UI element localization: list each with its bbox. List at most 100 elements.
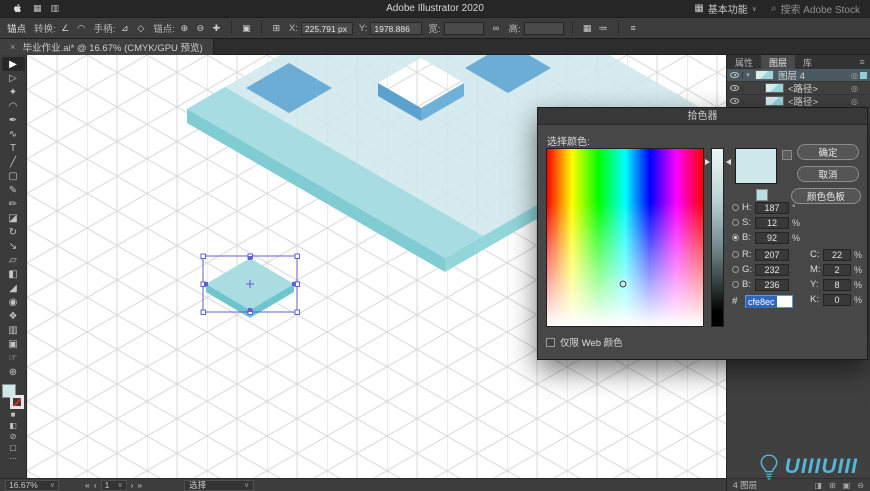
reference-point-icon[interactable]: ⊞: [270, 23, 283, 34]
target-circle-icon[interactable]: ◎: [851, 71, 858, 80]
handle-icon[interactable]: ◇: [134, 23, 147, 34]
slider-arrow-left-icon[interactable]: [705, 159, 710, 165]
rectangle-tool[interactable]: ▢: [2, 169, 25, 183]
anchor-edit-icon[interactable]: ✚: [210, 23, 223, 34]
value-input[interactable]: 232: [755, 263, 789, 276]
blend-tool[interactable]: ◉: [2, 295, 25, 309]
none-swatch-icon[interactable]: ⊘: [2, 431, 25, 442]
value-input[interactable]: 8: [823, 278, 851, 291]
make-clip-mask-icon[interactable]: ◨: [814, 481, 822, 490]
web-colors-option[interactable]: 仅限 Web 颜色: [546, 335, 623, 349]
value-input[interactable]: 2: [823, 263, 851, 276]
pencil-tool[interactable]: ✏: [2, 197, 25, 211]
dialog-title-bar[interactable]: 拾色器: [538, 108, 867, 125]
panel-tab[interactable]: 图层: [761, 55, 796, 69]
x-input[interactable]: 225.791 px: [300, 21, 353, 35]
visibility-eye-icon[interactable]: [727, 85, 743, 91]
rotate-tool[interactable]: ↻: [2, 225, 25, 239]
layer-name[interactable]: <路径>: [788, 81, 849, 95]
hex-input[interactable]: cfe8ec: [745, 295, 793, 308]
close-icon[interactable]: ×: [10, 42, 16, 53]
panel-tab[interactable]: 库: [795, 55, 820, 69]
brightness-slider[interactable]: [711, 148, 724, 327]
radio-button[interactable]: [732, 234, 739, 241]
next-artboard-icon[interactable]: ›: [131, 480, 134, 490]
column-graph-tool[interactable]: ▥: [2, 323, 25, 337]
color-field-marker[interactable]: [619, 280, 627, 288]
symbol-sprayer-tool[interactable]: ❖: [2, 309, 25, 323]
value-input[interactable]: 207: [755, 248, 789, 261]
pen-tool[interactable]: ✒: [2, 113, 25, 127]
visibility-eye-icon[interactable]: [727, 98, 743, 104]
color-swatch-icon[interactable]: ■: [2, 409, 25, 420]
hand-tool[interactable]: ☞: [2, 351, 25, 365]
lasso-tool[interactable]: ◠: [2, 99, 25, 113]
gradient-swatch-icon[interactable]: ◧: [2, 420, 25, 431]
value-input[interactable]: 0: [823, 293, 851, 306]
gradient-tool[interactable]: ◧: [2, 267, 25, 281]
y-input[interactable]: 1978.886: [370, 21, 423, 35]
zoom-tool[interactable]: ⊕: [2, 365, 25, 379]
radio-button[interactable]: [732, 219, 739, 226]
new-layer-icon[interactable]: ▣: [843, 481, 851, 490]
value-input[interactable]: 236: [755, 278, 789, 291]
type-tool[interactable]: T: [2, 141, 25, 155]
stock-search[interactable]: ⌕ 搜索 Adobe Stock: [771, 1, 860, 16]
target-circle-icon[interactable]: ◎: [851, 84, 858, 93]
layer-name[interactable]: <路径>: [788, 94, 849, 108]
width-input[interactable]: [443, 21, 484, 35]
workspace-switcher[interactable]: ▦ 基本功能 ∨: [694, 1, 757, 16]
value-input[interactable]: 92: [755, 231, 789, 244]
link-dimensions-icon[interactable]: ∞: [490, 23, 503, 33]
delete-selection-icon[interactable]: ⊖: [857, 481, 864, 490]
slider-arrow-right-icon[interactable]: [726, 159, 731, 165]
document-tab[interactable]: × 毕业作业.ai* @ 16.67% (CMYK/GPU 预览): [0, 39, 214, 55]
checkbox[interactable]: [546, 337, 555, 347]
status-tool-dropdown[interactable]: 选择 ∨: [184, 479, 255, 491]
panel-menu-icon[interactable]: ≡: [627, 23, 640, 33]
value-input[interactable]: 22: [823, 248, 851, 261]
curvature-tool[interactable]: ∿: [2, 127, 25, 141]
artboard-dropdown[interactable]: 1 ∨: [100, 479, 127, 491]
visibility-eye-icon[interactable]: [727, 72, 743, 78]
arrange-documents-icon[interactable]: ▥: [51, 3, 60, 14]
last-artboard-icon[interactable]: »: [137, 480, 142, 490]
layer-name[interactable]: 图层 4: [778, 68, 849, 82]
anchor-edit-icon[interactable]: ⊕: [178, 23, 191, 34]
magic-wand-tool[interactable]: ✦: [2, 85, 25, 99]
apple-menu[interactable]: [12, 2, 23, 15]
height-input[interactable]: [523, 21, 564, 35]
direct-selection-tool[interactable]: ▷: [2, 71, 25, 85]
expand-chevron-icon[interactable]: ▾: [743, 71, 753, 79]
eraser-tool[interactable]: ◪: [2, 211, 25, 225]
convert-anchor-icon[interactable]: ◠: [75, 23, 88, 34]
color-swatches-button[interactable]: 颜色色板: [791, 188, 861, 204]
radio-button[interactable]: [732, 204, 739, 211]
ok-button[interactable]: 确定: [797, 144, 859, 160]
value-input[interactable]: 12: [755, 216, 789, 229]
eyedropper-tool[interactable]: ◢: [2, 281, 25, 295]
transform-option-icon[interactable]: ▦: [581, 23, 594, 34]
radio-button[interactable]: [732, 281, 739, 288]
scale-tool[interactable]: ↘: [2, 239, 25, 253]
stroke-swatch[interactable]: [10, 395, 24, 409]
panel-menu-icon[interactable]: ≡: [854, 55, 870, 69]
target-circle-icon[interactable]: ◎: [851, 97, 858, 106]
cancel-button[interactable]: 取消: [797, 166, 859, 182]
artboard-tool[interactable]: ▣: [2, 337, 25, 351]
value-input[interactable]: 187: [755, 201, 789, 214]
zoom-dropdown[interactable]: 16.67% ∨: [5, 479, 59, 491]
line-segment-tool[interactable]: ╱: [2, 155, 25, 169]
convert-anchor-icon[interactable]: ∠: [59, 23, 72, 34]
selection-tool[interactable]: ▶: [1, 57, 25, 71]
handle-icon[interactable]: ⊿: [118, 23, 131, 34]
transform-option-icon[interactable]: ≔: [597, 23, 610, 34]
previous-artboard-icon[interactable]: ‹: [94, 480, 97, 490]
app-home-icon[interactable]: ▦: [33, 3, 42, 14]
radio-button[interactable]: [732, 266, 739, 273]
anchor-edit-icon[interactable]: ⊖: [194, 23, 207, 34]
new-sublayer-icon[interactable]: ⊞: [829, 481, 836, 490]
color-field[interactable]: [546, 148, 704, 327]
fill-stroke-widget[interactable]: [2, 384, 24, 409]
paintbrush-tool[interactable]: ✎: [2, 183, 25, 197]
